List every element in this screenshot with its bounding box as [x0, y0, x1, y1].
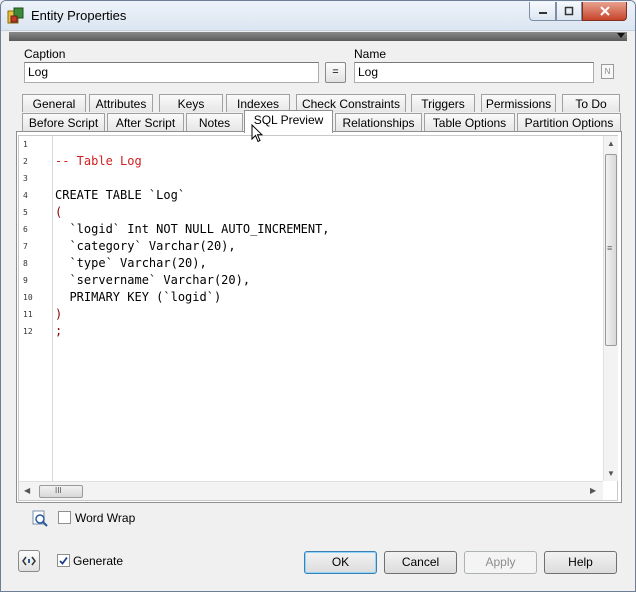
- line-number: 5: [23, 208, 28, 217]
- tab-relationships[interactable]: Relationships: [335, 113, 422, 131]
- scroll-down-arrow-icon[interactable]: ▼: [607, 469, 615, 478]
- generate-checkbox[interactable]: [57, 554, 70, 567]
- tab-attributes[interactable]: Attributes: [89, 94, 153, 112]
- grip-icon: III: [55, 486, 62, 495]
- scroll-up-arrow-icon[interactable]: ▲: [607, 139, 615, 148]
- line-number: 1: [23, 140, 28, 149]
- tab-general[interactable]: General: [22, 94, 86, 112]
- caption-label: Caption: [24, 47, 66, 61]
- word-wrap-label[interactable]: Word Wrap: [75, 511, 135, 525]
- line-number: 8: [23, 259, 28, 268]
- toolbar-strip: [9, 32, 627, 41]
- cancel-button[interactable]: Cancel: [384, 551, 457, 574]
- line-number: 3: [23, 174, 28, 183]
- tab-permissions[interactable]: Permissions: [481, 94, 556, 112]
- minimize-icon: [538, 12, 547, 14]
- ok-button[interactable]: OK: [304, 551, 377, 574]
- name-input[interactable]: Log: [354, 62, 594, 83]
- line-number: 4: [23, 191, 28, 200]
- line-number: 11: [23, 310, 33, 319]
- tab-partition-options[interactable]: Partition Options: [517, 113, 621, 131]
- tab-after-script[interactable]: After Script: [107, 113, 184, 131]
- code-line: PRIMARY KEY (`logid`): [55, 290, 222, 304]
- code-line: ;: [55, 324, 63, 338]
- maximize-button[interactable]: [556, 2, 582, 21]
- tab-triggers[interactable]: Triggers: [411, 94, 475, 112]
- scroll-left-arrow-icon[interactable]: ◀: [24, 486, 30, 495]
- code-line: (: [55, 205, 63, 219]
- sql-comment: -- Table Log: [55, 154, 142, 168]
- code-view-button[interactable]: [18, 550, 40, 572]
- tab-keys[interactable]: Keys: [159, 94, 223, 112]
- grip-icon: ≡: [607, 243, 613, 253]
- name-label: Name: [354, 47, 387, 61]
- line-number: 2: [23, 157, 28, 166]
- scroll-right-arrow-icon[interactable]: ▶: [590, 486, 596, 495]
- copy-caption-button[interactable]: =: [325, 62, 346, 83]
- code-line: `category` Varchar(20),: [55, 239, 236, 253]
- find-button[interactable]: [29, 508, 51, 530]
- line-number: 7: [23, 242, 28, 251]
- word-wrap-checkbox[interactable]: [58, 511, 71, 524]
- tab-before-script[interactable]: Before Script: [22, 113, 105, 131]
- maximize-icon: [564, 6, 574, 16]
- line-number-gutter: 1 2 3 4 5 6 7 8 9 10 11 12: [19, 136, 53, 481]
- name-options-icon[interactable]: N: [601, 64, 614, 79]
- app-icon: [7, 7, 24, 24]
- line-number: 9: [23, 276, 28, 285]
- help-button[interactable]: Help: [544, 551, 617, 574]
- code-brackets-icon: [22, 556, 36, 566]
- code-line: CREATE TABLE `Log`: [55, 188, 186, 202]
- line-number: 12: [23, 327, 33, 336]
- horizontal-scroll-thumb[interactable]: III: [39, 485, 83, 498]
- code-line: `type` Varchar(20),: [55, 256, 207, 270]
- minimize-button[interactable]: [529, 2, 556, 21]
- line-number: 10: [23, 293, 33, 302]
- code-line: `servername` Varchar(20),: [55, 273, 251, 287]
- code-line-comment: -- Table Log: [55, 154, 142, 168]
- title-bar[interactable]: Entity Properties: [1, 1, 635, 31]
- close-button[interactable]: [582, 2, 627, 21]
- tab-table-options[interactable]: Table Options: [424, 113, 515, 131]
- window-title: Entity Properties: [31, 8, 127, 23]
- magnifier-icon: [32, 510, 48, 527]
- line-number: 6: [23, 225, 28, 234]
- entity-properties-window: Entity Properties Caption Log = Name Log…: [0, 0, 636, 592]
- code-line: ): [55, 307, 63, 321]
- sql-editor[interactable]: 1 2 3 4 5 6 7 8 9 10 11 12 -- Table Log …: [18, 135, 618, 501]
- tab-notes[interactable]: Notes: [186, 113, 243, 131]
- dropdown-arrow-icon[interactable]: [617, 33, 625, 38]
- caption-input[interactable]: Log: [24, 62, 319, 83]
- close-icon: [599, 6, 610, 16]
- horizontal-scrollbar[interactable]: ◀ III ▶: [19, 481, 603, 500]
- mouse-pointer-icon: [251, 124, 263, 143]
- generate-label[interactable]: Generate: [73, 554, 123, 568]
- vertical-scrollbar[interactable]: ▲ ≡ ▼: [603, 136, 618, 481]
- checkmark-icon: [59, 556, 68, 565]
- apply-button[interactable]: Apply: [464, 551, 537, 574]
- tab-to-do[interactable]: To Do: [562, 94, 620, 112]
- vertical-scroll-thumb[interactable]: ≡: [605, 154, 617, 346]
- code-line: `logid` Int NOT NULL AUTO_INCREMENT,: [55, 222, 330, 236]
